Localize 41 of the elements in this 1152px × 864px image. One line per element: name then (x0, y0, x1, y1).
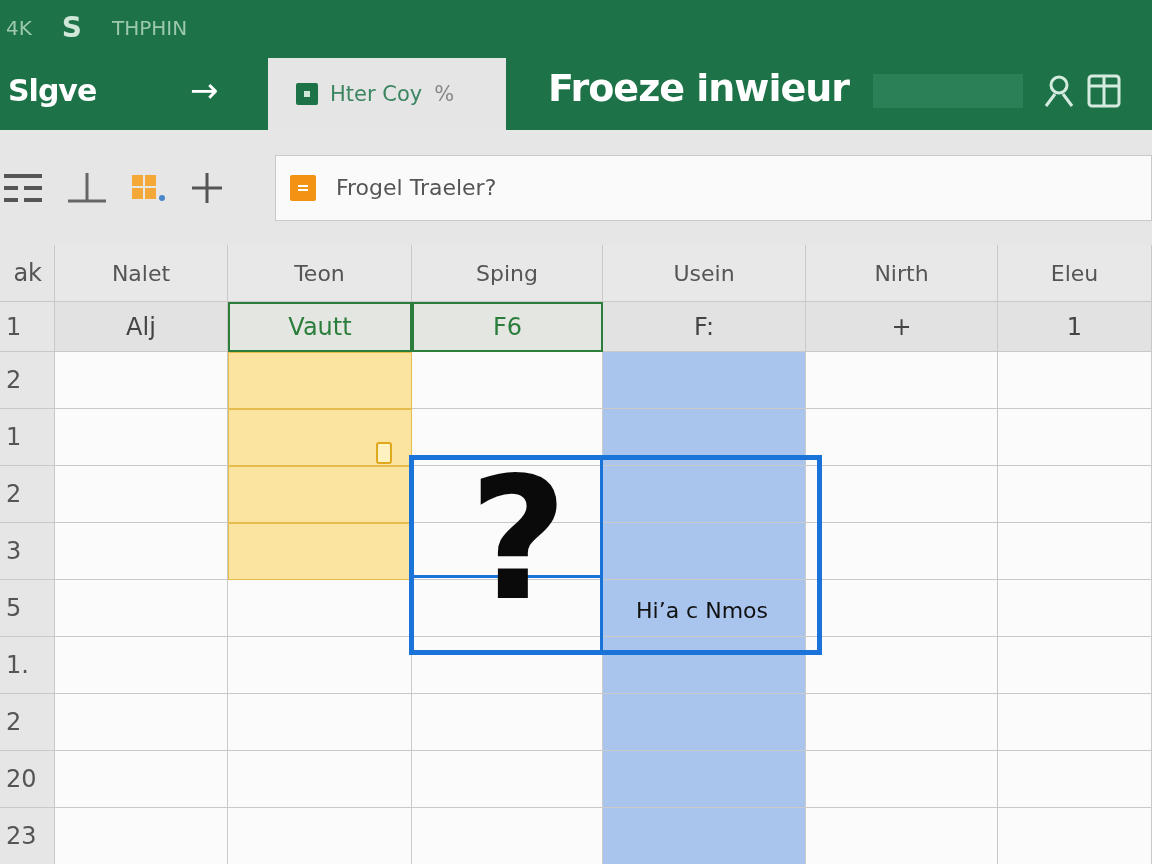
title-bar-text: THPHIN (112, 15, 188, 40)
column-header[interactable]: Teon (228, 245, 412, 302)
table-cell: F6 (412, 302, 603, 352)
column-header[interactable]: Nirth (806, 245, 998, 302)
row-number[interactable]: 2 (0, 694, 55, 751)
row-number[interactable]: 20 (0, 751, 55, 808)
column-header[interactable]: Nalet (55, 245, 228, 302)
list-icon (290, 174, 316, 201)
table-cell: Alj (55, 302, 228, 352)
formula-field[interactable]: Frogel Traeler? (275, 154, 1152, 221)
person-icon[interactable] (1043, 74, 1075, 108)
row-number[interactable]: 1 (0, 302, 55, 352)
title-bar-text: 4K (6, 15, 32, 40)
column-header[interactable]: Sping (412, 245, 603, 302)
row-number[interactable]: 1. (0, 637, 55, 694)
title-bar-text: S (61, 11, 82, 44)
sheet-icon (296, 83, 318, 105)
row-number[interactable]: 2 (0, 352, 55, 409)
ribbon-tab[interactable]: Hter Coy % (268, 58, 506, 130)
table-cell: 1 (998, 302, 1152, 352)
table-cell: Vautt (228, 302, 412, 352)
menu-icon[interactable] (4, 172, 42, 203)
add-icon[interactable] (192, 172, 222, 203)
row-number[interactable]: 3 (0, 523, 55, 580)
app-name: Slgve (7, 73, 98, 110)
perpendicular-icon[interactable] (68, 172, 106, 203)
column-header[interactable]: Usein (603, 245, 806, 302)
row-number[interactable]: 1 (0, 409, 55, 466)
table-cell: F: (603, 302, 806, 352)
grid-icon[interactable] (1087, 72, 1121, 108)
fill-handle-icon[interactable] (376, 442, 392, 464)
cell-label: Hi’a c Nmos (636, 598, 769, 623)
corner-cell: ak (0, 245, 55, 302)
row-number[interactable]: 5 (0, 580, 55, 637)
arrow-glyph[interactable]: → (190, 70, 268, 130)
table-icon[interactable] (132, 172, 166, 203)
row-number[interactable]: 2 (0, 466, 55, 523)
column-header[interactable]: Eleu (998, 245, 1152, 302)
row-number[interactable]: 23 (0, 808, 55, 864)
document-title: Froeze inwieur (547, 66, 851, 112)
table-cell: + (806, 302, 998, 352)
